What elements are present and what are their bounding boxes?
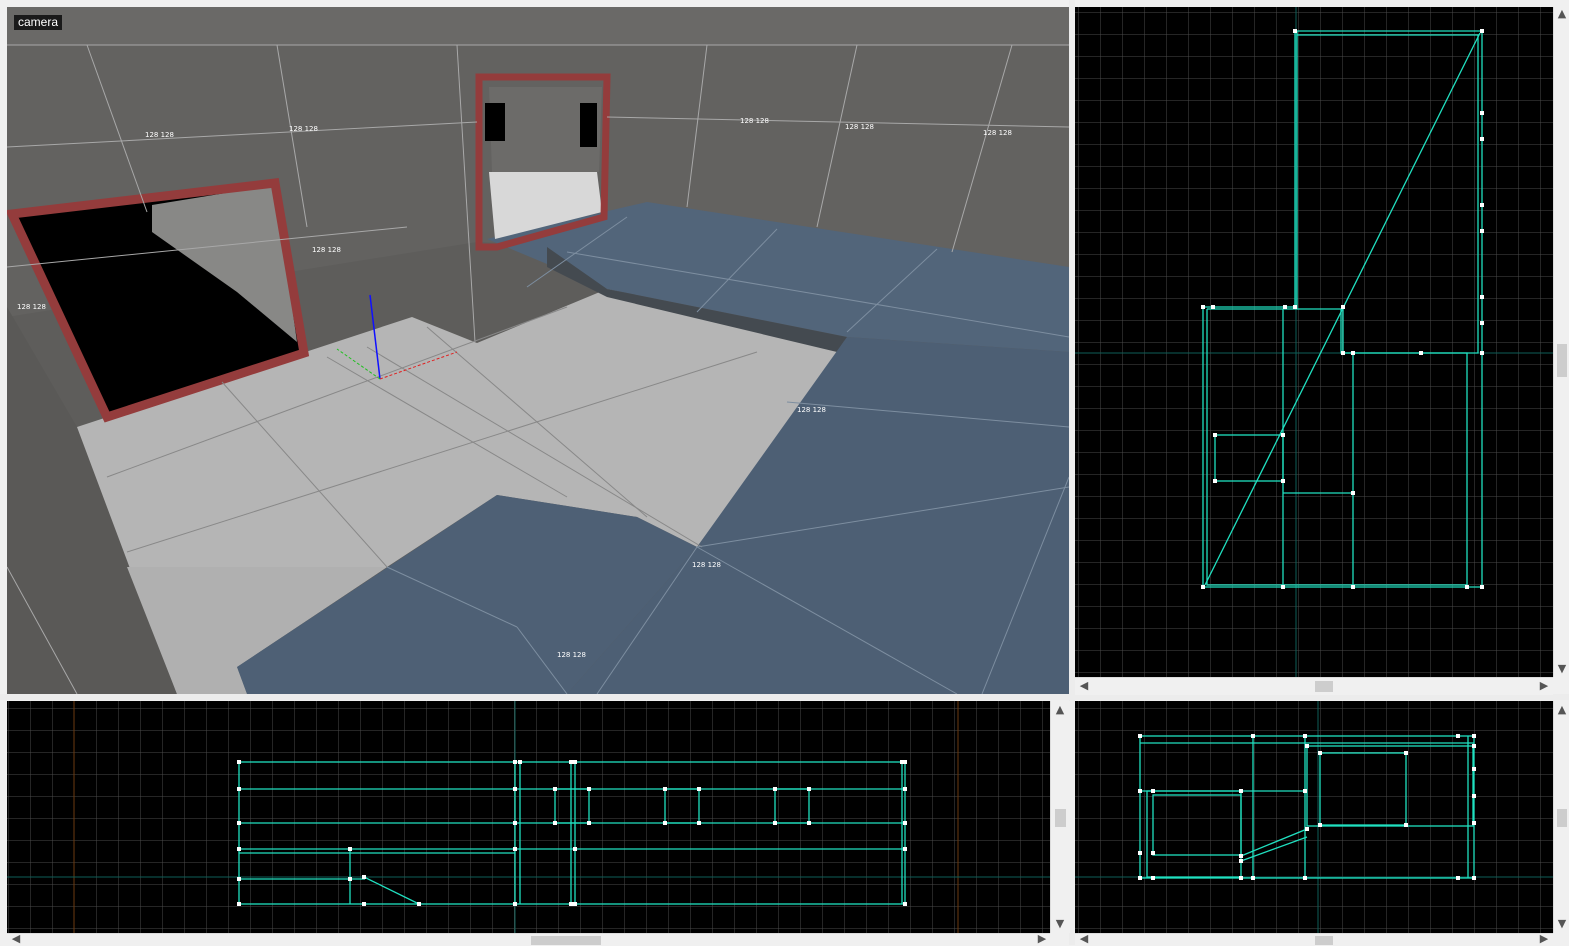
texture-label: 128 128 — [145, 131, 174, 139]
scroll-up-arrow[interactable]: ▲ — [1555, 703, 1569, 717]
side-view-vertical-scrollbar[interactable]: ▲ ▼ — [1553, 701, 1569, 933]
scroll-left-arrow[interactable]: ◀ — [1077, 679, 1091, 693]
side-grid[interactable] — [1075, 701, 1553, 933]
top-grid-viewport[interactable] — [1075, 7, 1553, 677]
scroll-thumb[interactable] — [1315, 936, 1333, 945]
scroll-up-arrow[interactable]: ▲ — [1053, 703, 1067, 717]
scroll-left-arrow[interactable]: ◀ — [9, 932, 23, 946]
camera-scene[interactable]: 128 128 128 128 128 128 128 128 128 128 … — [7, 7, 1069, 694]
scroll-right-arrow[interactable]: ▶ — [1537, 679, 1551, 693]
texture-label: 128 128 — [289, 125, 318, 133]
scroll-right-arrow[interactable]: ▶ — [1537, 932, 1551, 946]
scroll-down-arrow[interactable]: ▼ — [1555, 917, 1569, 931]
scroll-down-arrow[interactable]: ▼ — [1053, 917, 1067, 931]
front-view-vertical-scrollbar[interactable]: ▲ ▼ — [1050, 701, 1070, 933]
back-door-hole-left — [485, 103, 505, 141]
scroll-thumb[interactable] — [1055, 809, 1066, 827]
front-view-horizontal-scrollbar[interactable]: ◀ ▶ — [7, 932, 1050, 946]
scroll-left-arrow[interactable]: ◀ — [1077, 932, 1091, 946]
texture-label: 128 128 — [983, 129, 1012, 137]
side-grid-viewport[interactable] — [1075, 701, 1553, 933]
scroll-thumb[interactable] — [531, 936, 601, 945]
scroll-thumb[interactable] — [1557, 344, 1567, 377]
texture-label: 128 128 — [797, 406, 826, 414]
texture-label: 128 128 — [692, 561, 721, 569]
front-grid[interactable] — [7, 701, 1050, 933]
ceiling-edge — [7, 7, 1069, 45]
top-view-horizontal-scrollbar[interactable]: ◀ ▶ — [1075, 677, 1553, 695]
camera-label: camera — [14, 15, 63, 30]
top-grid[interactable] — [1075, 7, 1553, 677]
camera-viewport[interactable]: 128 128 128 128 128 128 128 128 128 128 … — [7, 7, 1069, 694]
texture-label: 128 128 — [845, 123, 874, 131]
scroll-right-arrow[interactable]: ▶ — [1035, 932, 1049, 946]
scroll-up-arrow[interactable]: ▲ — [1555, 7, 1569, 21]
scroll-thumb[interactable] — [1315, 681, 1333, 692]
texture-label: 128 128 — [557, 651, 586, 659]
texture-label: 128 128 — [312, 246, 341, 254]
top-view-vertical-scrollbar[interactable]: ▲ ▼ — [1553, 7, 1569, 677]
texture-label: 128 128 — [17, 303, 46, 311]
scroll-thumb[interactable] — [1557, 809, 1567, 827]
back-door-hole-right — [580, 103, 597, 147]
texture-label: 128 128 — [740, 117, 769, 125]
front-grid-viewport[interactable] — [7, 701, 1050, 933]
side-view-horizontal-scrollbar[interactable]: ◀ ▶ — [1075, 932, 1553, 946]
scroll-down-arrow[interactable]: ▼ — [1555, 662, 1569, 676]
